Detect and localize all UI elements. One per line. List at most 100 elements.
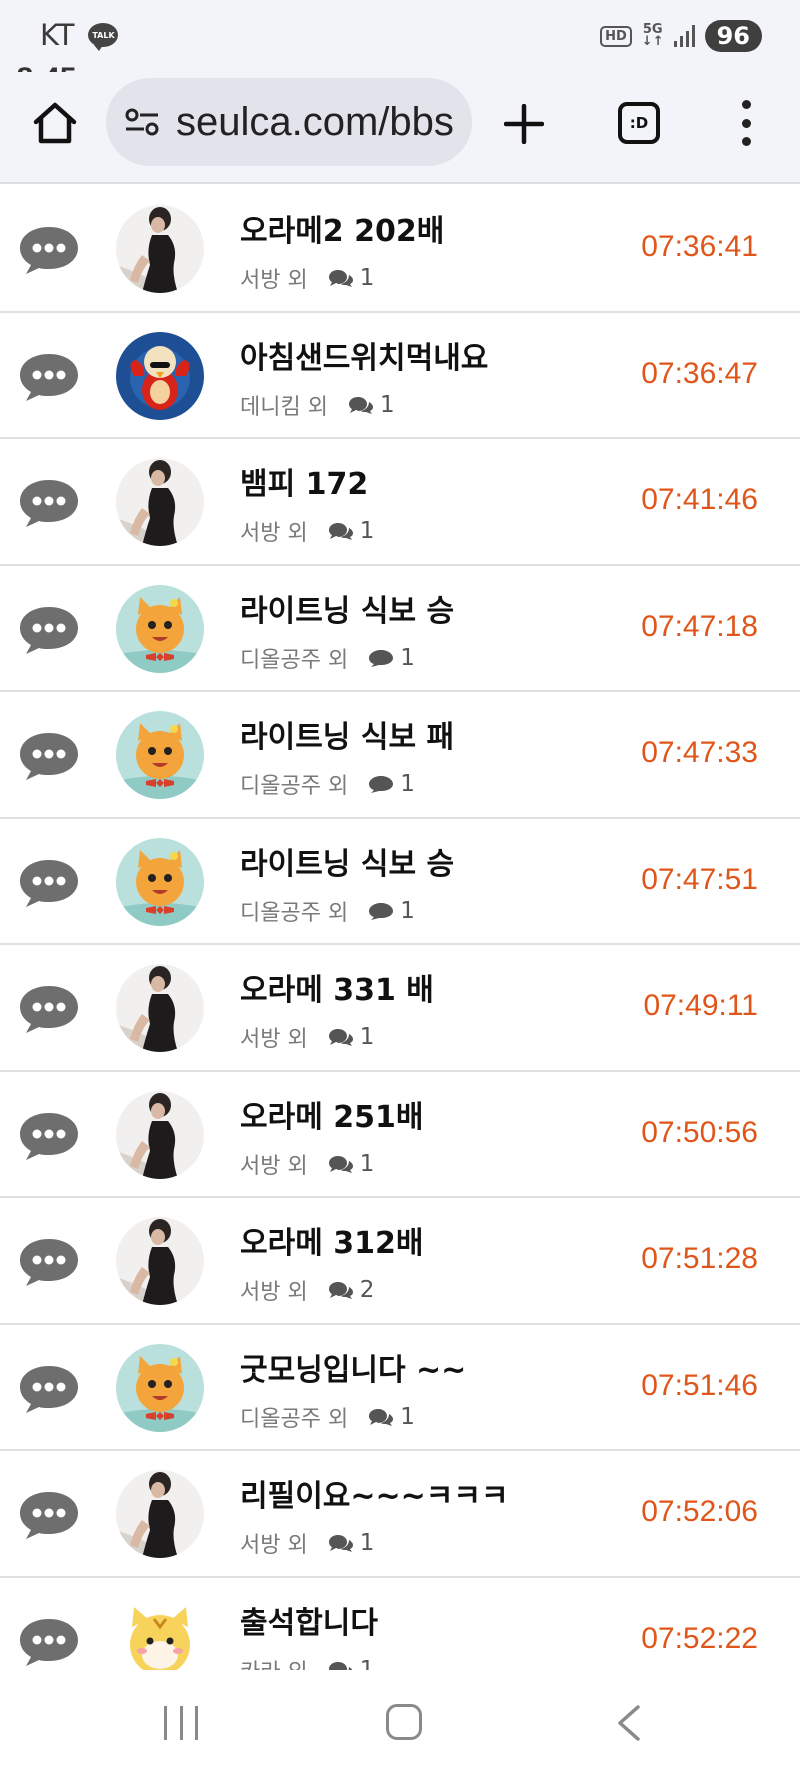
comment-count: 1 bbox=[379, 391, 395, 418]
comments-icon bbox=[348, 396, 373, 414]
list-item[interactable]: 라이트닝 식보 승 디올공주 외 1 07:47:18 bbox=[0, 566, 800, 692]
comments-icon bbox=[328, 1535, 353, 1552]
comment-icon bbox=[369, 902, 394, 920]
battery-indicator: 96 bbox=[704, 20, 762, 52]
post-title[interactable]: 라이트닝 식보 승 bbox=[240, 839, 454, 883]
list-item[interactable]: 리필이요~~~ㅋㅋㅋ 서방 외 1 07:52:06 bbox=[0, 1451, 800, 1578]
status-bar: KT 8:45 TALK HD 5G↓↑ 96 bbox=[0, 0, 800, 95]
post-time: 07:49:11 bbox=[643, 989, 758, 1022]
list-item[interactable]: 아침샌드위치먹내요 데니킴 외 1 07:36:47 bbox=[0, 313, 800, 439]
avatar[interactable] bbox=[116, 458, 204, 546]
post-title[interactable]: 라이트닝 식보 승 bbox=[240, 586, 454, 630]
avatar[interactable] bbox=[116, 1090, 204, 1179]
post-title[interactable]: 뱀피 172 bbox=[240, 459, 368, 503]
signal-icon bbox=[673, 25, 695, 47]
talk-icon-label: TALK bbox=[92, 30, 115, 40]
back-icon[interactable] bbox=[614, 1704, 644, 1742]
post-author: 카라 외 bbox=[240, 1654, 308, 1671]
chat-bubble-icon bbox=[20, 986, 78, 1033]
post-author: 디올공주 외 bbox=[240, 647, 349, 673]
post-title[interactable]: 굿모닝입니다 ~~ bbox=[240, 1345, 466, 1389]
post-title[interactable]: 오라메2 202배 bbox=[240, 206, 444, 250]
post-title[interactable]: 오라메 312배 bbox=[240, 1218, 423, 1262]
avatar[interactable] bbox=[116, 205, 204, 293]
chat-bubble-icon bbox=[20, 1239, 78, 1286]
address-bar[interactable]: seulca.com/bbs bbox=[106, 78, 472, 166]
post-title[interactable]: 오라메 331 배 bbox=[240, 965, 434, 1009]
post-time: 07:52:22 bbox=[641, 1621, 758, 1655]
chat-bubble-icon bbox=[20, 606, 78, 654]
list-item[interactable]: 라이트닝 식보 승 디올공주 외 1 07:47:51 bbox=[0, 819, 800, 945]
more-vert-icon[interactable] bbox=[738, 100, 754, 146]
post-time: 07:47:33 bbox=[641, 736, 758, 769]
carrier-label: KT bbox=[40, 18, 75, 52]
5g-icon: 5G ↓↑ bbox=[641, 22, 664, 49]
new-tab-plus-icon[interactable] bbox=[504, 104, 544, 144]
chat-bubble-icon bbox=[20, 1492, 78, 1539]
avatar[interactable] bbox=[116, 711, 204, 799]
kakaotalk-notification-icon: TALK bbox=[88, 23, 119, 51]
post-meta: 서방 외 1 bbox=[240, 1148, 374, 1180]
post-meta: 서방 외 1 bbox=[240, 1021, 374, 1053]
avatar[interactable] bbox=[116, 1343, 204, 1432]
avatar[interactable] bbox=[116, 837, 204, 926]
avatar[interactable] bbox=[116, 964, 204, 1052]
status-left: KT 8:45 TALK bbox=[16, 18, 119, 95]
comment-count: 1 bbox=[359, 1656, 375, 1671]
post-title[interactable]: 리필이요~~~ㅋㅋㅋ bbox=[240, 1471, 509, 1515]
post-author: 서방 외 bbox=[240, 1533, 308, 1558]
comment-count: 1 bbox=[359, 265, 375, 291]
comment-count: 1 bbox=[400, 1403, 415, 1430]
post-title[interactable]: 라이트닝 식보 패 bbox=[240, 712, 454, 756]
post-meta: 데니킴 외 1 bbox=[240, 389, 395, 421]
list-item[interactable]: 굿모닝입니다 ~~ 디올공주 외 1 07:51:46 bbox=[0, 1325, 800, 1451]
list-item[interactable]: 오라메2 202배 서방 외 1 07:36:41 bbox=[0, 186, 800, 313]
post-meta: 서방 외 1 bbox=[240, 515, 374, 547]
chat-bubble-icon bbox=[20, 353, 78, 401]
tab-switcher-button[interactable]: :D bbox=[618, 102, 660, 144]
chat-bubble-icon bbox=[20, 859, 78, 907]
hd-voice-icon: HD bbox=[600, 25, 632, 47]
post-time: 07:41:46 bbox=[641, 483, 758, 516]
comments-icon bbox=[328, 1661, 353, 1670]
list-item[interactable]: 출석합니다 카라 외 1 07:52:22 bbox=[0, 1578, 800, 1671]
post-author: 서방 외 bbox=[240, 1280, 308, 1305]
avatar[interactable] bbox=[116, 331, 204, 420]
post-time: 07:51:28 bbox=[641, 1242, 758, 1275]
list-item[interactable]: 오라메 312배 서방 외 2 07:51:28 bbox=[0, 1198, 800, 1325]
avatar[interactable] bbox=[116, 1470, 204, 1558]
comments-icon bbox=[328, 523, 353, 540]
post-author: 서방 외 bbox=[240, 1153, 308, 1179]
chat-bubble-icon bbox=[20, 227, 78, 274]
url-text: seulca.com/bbs bbox=[176, 99, 454, 144]
post-author: 서방 외 bbox=[240, 1027, 308, 1052]
system-nav-bar bbox=[0, 1670, 800, 1778]
comment-icon bbox=[369, 649, 394, 667]
post-title[interactable]: 오라메 251배 bbox=[240, 1092, 423, 1136]
comments-icon bbox=[328, 1029, 353, 1046]
home-icon[interactable] bbox=[30, 98, 80, 148]
list-item[interactable]: 오라메 251배 서방 외 1 07:50:56 bbox=[0, 1072, 800, 1198]
comment-count: 1 bbox=[400, 644, 415, 671]
post-author: 디올공주 외 bbox=[240, 774, 349, 799]
comment-count: 1 bbox=[359, 518, 375, 544]
site-settings-icon[interactable] bbox=[124, 107, 160, 137]
avatar[interactable] bbox=[116, 1217, 204, 1305]
chat-bubble-icon bbox=[20, 1618, 78, 1666]
avatar[interactable] bbox=[116, 584, 204, 673]
list-item[interactable]: 뱀피 172 서방 외 1 07:41:46 bbox=[0, 439, 800, 566]
post-title[interactable]: 출석합니다 bbox=[240, 1598, 378, 1642]
chat-bubble-icon bbox=[20, 733, 78, 780]
list-item[interactable]: 오라메 331 배 서방 외 1 07:49:11 bbox=[0, 945, 800, 1072]
post-author: 디올공주 외 bbox=[240, 1406, 349, 1432]
comment-count: 1 bbox=[359, 1024, 375, 1050]
post-title[interactable]: 아침샌드위치먹내요 bbox=[240, 333, 488, 377]
avatar[interactable] bbox=[116, 1596, 204, 1670]
post-time: 07:47:18 bbox=[641, 609, 758, 643]
browser-toolbar: seulca.com/bbs :D bbox=[0, 72, 800, 184]
home-nav-icon[interactable] bbox=[386, 1704, 422, 1740]
recent-apps-icon[interactable] bbox=[164, 1706, 198, 1740]
post-meta: 카라 외 1 bbox=[240, 1654, 375, 1671]
list-item[interactable]: 라이트닝 식보 패 디올공주 외 1 07:47:33 bbox=[0, 692, 800, 819]
post-time: 07:47:51 bbox=[641, 862, 758, 896]
